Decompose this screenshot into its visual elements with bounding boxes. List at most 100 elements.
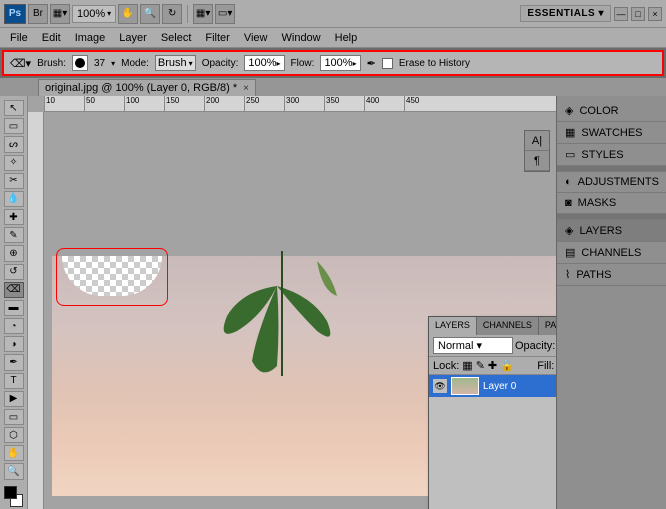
hand-tool-icon[interactable]: ✋: [118, 4, 138, 24]
opacity-input[interactable]: 100%▸: [244, 55, 284, 71]
menu-filter[interactable]: Filter: [205, 32, 229, 44]
fill-label: Fill:: [537, 360, 554, 372]
workspace-switcher[interactable]: ESSENTIALS ▾: [520, 5, 611, 22]
app-titlebar: Ps Br ▦▾ 100%▾ ✋ 🔍 ↻ ▦▾ ▭▾ ESSENTIALS ▾ …: [0, 0, 666, 28]
ruler-vertical: [28, 112, 44, 509]
panel-tabs: LAYERS CHANNELS PATHS ▸≡: [429, 317, 556, 335]
eraser-tool-icon[interactable]: ⌫: [4, 282, 24, 298]
photoshop-logo[interactable]: Ps: [4, 4, 26, 24]
menu-window[interactable]: Window: [282, 32, 321, 44]
paragraph-panel-icon[interactable]: ¶: [525, 151, 549, 171]
mode-select[interactable]: Brush▾: [155, 55, 196, 71]
leaf-image: [202, 246, 362, 396]
blur-tool-icon[interactable]: ◔: [4, 318, 24, 334]
menu-help[interactable]: Help: [335, 32, 358, 44]
ruler-horizontal: 1050100150200250300350400450: [44, 96, 556, 112]
airbrush-icon[interactable]: ✒: [367, 57, 376, 70]
panel-paths[interactable]: ⌇PATHS: [557, 264, 666, 286]
dodge-tool-icon[interactable]: ◑: [4, 336, 24, 352]
lock-transparency-icon[interactable]: ▦: [462, 359, 472, 372]
marquee-tool-icon[interactable]: ▭: [4, 118, 24, 134]
menu-file[interactable]: File: [10, 32, 28, 44]
rotate-view-icon[interactable]: ↻: [162, 4, 182, 24]
right-panel-dock: ◈COLOR▦SWATCHES▭STYLES ◐ADJUSTMENTS◙MASKS…: [556, 96, 666, 509]
layers-panel[interactable]: LAYERS CHANNELS PATHS ▸≡ Normal ▾ Opacit…: [428, 316, 556, 509]
panel-adjustments[interactable]: ◐ADJUSTMENTS: [557, 172, 666, 193]
gradient-tool-icon[interactable]: ▬: [4, 300, 24, 316]
menu-edit[interactable]: Edit: [42, 32, 61, 44]
pen-tool-icon[interactable]: ✒: [4, 354, 24, 370]
tab-layers[interactable]: LAYERS: [429, 317, 477, 335]
tab-title: original.jpg @ 100% (Layer 0, RGB/8) *: [45, 82, 237, 94]
eyedropper-tool-icon[interactable]: 💧: [4, 191, 24, 207]
maximize-button[interactable]: □: [631, 7, 645, 21]
brush-tool-icon[interactable]: ✎: [4, 227, 24, 243]
tab-close-icon[interactable]: ×: [243, 83, 249, 94]
collapsed-panel-dock: A| ¶: [524, 130, 550, 172]
tab-paths[interactable]: PATHS: [539, 317, 556, 335]
layer-row[interactable]: 👁 Layer 0: [429, 375, 556, 397]
brush-preview[interactable]: [72, 55, 88, 71]
hand-tool-icon[interactable]: ✋: [4, 445, 24, 461]
zoom-tool-icon[interactable]: 🔍: [4, 463, 24, 479]
document-tab[interactable]: original.jpg @ 100% (Layer 0, RGB/8) * ×: [38, 79, 256, 96]
path-selection-tool-icon[interactable]: ▶: [4, 391, 24, 407]
panel-swatches[interactable]: ▦SWATCHES: [557, 122, 666, 144]
highlight-annotation: [56, 248, 168, 306]
character-panel-icon[interactable]: A|: [525, 131, 549, 151]
opacity-label: Opacity:: [202, 58, 239, 69]
history-brush-tool-icon[interactable]: ↺: [4, 264, 24, 280]
menu-select[interactable]: Select: [161, 32, 192, 44]
minimize-button[interactable]: —: [614, 7, 628, 21]
3d-tool-icon[interactable]: ⬡: [4, 427, 24, 443]
layout-menu-icon[interactable]: ▦▾: [50, 4, 70, 24]
brush-size: 37: [94, 58, 105, 69]
arrange-docs-icon[interactable]: ▦▾: [193, 4, 213, 24]
move-tool-icon[interactable]: ↖: [4, 100, 24, 116]
document-tab-bar: original.jpg @ 100% (Layer 0, RGB/8) * ×: [0, 78, 666, 96]
lock-label: Lock:: [433, 360, 459, 372]
mode-label: Mode:: [121, 58, 149, 69]
lock-position-icon[interactable]: ✚: [488, 359, 497, 372]
eraser-tool-icon[interactable]: ⌫▾: [10, 57, 31, 70]
menu-image[interactable]: Image: [75, 32, 106, 44]
blend-mode-select[interactable]: Normal ▾: [433, 337, 513, 354]
screen-mode-icon[interactable]: ▭▾: [215, 4, 235, 24]
canvas-area: 1050100150200250300350400450 LAYERS CHAN…: [28, 96, 556, 509]
shape-tool-icon[interactable]: ▭: [4, 409, 24, 425]
type-tool-icon[interactable]: T: [4, 373, 24, 389]
divider: [187, 5, 188, 23]
layer-thumbnail[interactable]: [451, 377, 479, 395]
panel-styles[interactable]: ▭STYLES: [557, 144, 666, 166]
bridge-button[interactable]: Br: [28, 4, 48, 24]
zoom-level[interactable]: 100%▾: [72, 5, 116, 23]
brush-dropdown-icon[interactable]: ▾: [111, 59, 115, 68]
tool-options-bar: ⌫▾ Brush: 37 ▾ Mode: Brush▾ Opacity: 100…: [2, 50, 664, 76]
brush-label: Brush:: [37, 58, 66, 69]
menu-view[interactable]: View: [244, 32, 268, 44]
layer-name[interactable]: Layer 0: [483, 381, 516, 392]
magic-wand-tool-icon[interactable]: ✧: [4, 155, 24, 171]
flow-input[interactable]: 100%▸: [320, 55, 360, 71]
color-swatch[interactable]: [4, 486, 24, 505]
tools-panel: ↖ ▭ ᔕ ✧ ✂ 💧 ✚ ✎ ⊕ ↺ ⌫ ▬ ◔ ◑ ✒ T ▶ ▭ ⬡ ✋ …: [0, 96, 28, 509]
panel-masks[interactable]: ◙MASKS: [557, 193, 666, 214]
flow-label: Flow:: [291, 58, 315, 69]
lock-pixels-icon[interactable]: ✎: [476, 359, 485, 372]
erase-history-checkbox[interactable]: [382, 58, 393, 69]
menu-layer[interactable]: Layer: [119, 32, 147, 44]
panel-layers[interactable]: ◈LAYERS: [557, 220, 666, 242]
erase-history-label: Erase to History: [399, 58, 470, 69]
layer-list: 👁 Layer 0: [429, 375, 556, 509]
crop-tool-icon[interactable]: ✂: [4, 173, 24, 189]
tab-channels[interactable]: CHANNELS: [477, 317, 539, 335]
lock-all-icon[interactable]: 🔒: [500, 359, 514, 372]
healing-brush-tool-icon[interactable]: ✚: [4, 209, 24, 225]
lasso-tool-icon[interactable]: ᔕ: [4, 136, 24, 152]
visibility-toggle-icon[interactable]: 👁: [433, 379, 447, 393]
close-button[interactable]: ×: [648, 7, 662, 21]
clone-stamp-tool-icon[interactable]: ⊕: [4, 245, 24, 261]
panel-color[interactable]: ◈COLOR: [557, 100, 666, 122]
panel-channels[interactable]: ▤CHANNELS: [557, 242, 666, 264]
zoom-tool-icon[interactable]: 🔍: [140, 4, 160, 24]
